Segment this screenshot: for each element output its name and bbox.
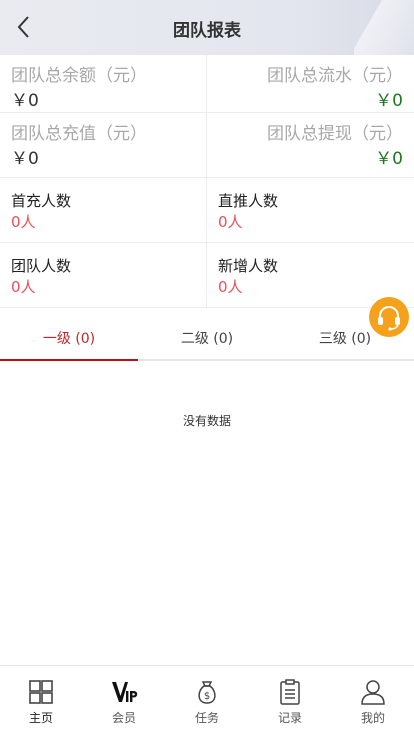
nav-vip-label: 会员 [111,711,136,725]
bottom-nav: 主页 会员 $ 任务 记录 我的 [0,665,414,736]
total-recharge-cell: 团队总充值（元） ￥0 [0,113,207,177]
nav-vip[interactable]: 会员 [83,666,165,736]
total-withdraw-value: ￥0 [375,149,403,169]
vip-icon [112,682,138,702]
nav-task-label: 任务 [194,711,219,725]
total-flow-label: 团队总流水（元） [267,66,403,86]
direct-push-label: 直推人数 [218,192,279,210]
nav-records-label: 记录 [277,711,302,725]
stats-row: 团队人数 0人 新增人数 0人 [0,243,414,308]
total-recharge-label: 团队总充值（元） [11,124,147,144]
team-count-value: 0人 [11,278,36,296]
new-count-value: 0人 [218,278,243,296]
user-icon [361,680,385,705]
total-balance-label: 团队总余额（元） [11,66,147,86]
header: 团队报表 [0,0,414,55]
total-flow-cell: 团队总流水（元） ￥0 [207,55,414,112]
nav-home-label: 主页 [28,711,53,725]
headset-icon [378,306,400,331]
direct-push-cell: 直推人数 0人 [207,178,414,242]
level-tabs: 一级 (0) 二级 (0) 三级 (0) [0,316,414,361]
clipboard-icon [280,679,300,705]
home-grid-icon [29,680,53,704]
stats-grid: 团队总余额（元） ￥0 团队总流水（元） ￥0 团队总充值（元） ￥0 团队总提… [0,55,414,308]
nav-home[interactable]: 主页 [0,666,82,736]
total-balance-cell: 团队总余额（元） ￥0 [0,55,207,112]
team-count-label: 团队人数 [11,257,72,275]
empty-state-text: 没有数据 [182,414,231,428]
customer-service-button[interactable] [369,297,409,337]
first-recharge-value: 0人 [11,213,36,231]
nav-mine-label: 我的 [360,711,385,725]
direct-push-value: 0人 [218,213,243,231]
page-title: 团队报表 [173,21,241,41]
total-recharge-value: ￥0 [11,149,39,169]
total-withdraw-label: 团队总提现（元） [267,124,403,144]
total-flow-value: ￥0 [375,91,403,111]
first-recharge-label: 首充人数 [11,192,72,210]
new-count-label: 新增人数 [218,257,279,275]
stats-row: 团队总余额（元） ￥0 团队总流水（元） ￥0 [0,55,414,113]
tab-level-2[interactable]: 二级 (0) [138,316,276,359]
first-recharge-cell: 首充人数 0人 [0,178,207,242]
stats-row: 团队总充值（元） ￥0 团队总提现（元） ￥0 [0,113,414,178]
nav-task[interactable]: $ 任务 [166,666,248,736]
team-count-cell: 团队人数 0人 [0,243,207,307]
total-withdraw-cell: 团队总提现（元） ￥0 [207,113,414,177]
nav-mine[interactable]: 我的 [332,666,414,736]
nav-records[interactable]: 记录 [249,666,331,736]
total-balance-value: ￥0 [11,91,39,111]
tab-level-1[interactable]: 一级 (0) [0,316,138,361]
svg-text:$: $ [204,691,210,702]
stats-row: 首充人数 0人 直推人数 0人 [0,178,414,243]
money-bag-icon: $ [198,681,216,704]
